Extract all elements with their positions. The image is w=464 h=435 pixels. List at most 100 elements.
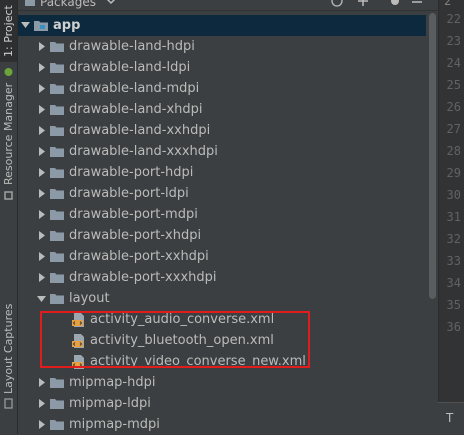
line-number: 30 xyxy=(446,188,461,202)
project-view-header: Packages xyxy=(18,0,437,11)
folder-icon xyxy=(50,210,64,220)
folder-icon xyxy=(50,84,64,94)
xml-file-icon xyxy=(72,354,84,369)
tree-row-folder[interactable]: drawable-land-xxxhdpi xyxy=(18,141,426,162)
folder-icon xyxy=(50,105,64,115)
folder-icon xyxy=(50,126,64,136)
tree-row-file[interactable]: activity_video_converse_new.xml xyxy=(18,351,426,372)
folder-icon xyxy=(50,420,64,430)
tree-row-folder[interactable]: mipmap-hdpi xyxy=(18,372,426,393)
capture-icon xyxy=(4,398,13,409)
tree-label: drawable-port-xhdpi xyxy=(69,228,202,243)
view-selector[interactable]: Packages xyxy=(40,0,96,9)
tree-row-folder[interactable]: drawable-port-xhdpi xyxy=(18,225,426,246)
tree-label: drawable-land-xxxhdpi xyxy=(69,144,218,159)
tab-layout-captures[interactable]: Layout Captures xyxy=(0,300,17,398)
chevron-down-icon[interactable] xyxy=(20,21,30,31)
tree-row-layout[interactable]: layout xyxy=(18,288,426,309)
minimize-icon[interactable] xyxy=(410,0,424,8)
line-number: 26 xyxy=(446,100,461,114)
chevron-right-icon[interactable] xyxy=(36,399,46,409)
tab-resource-manager[interactable]: Resource Manager xyxy=(0,82,17,186)
folder-icon xyxy=(50,168,64,178)
editor-gutter: 22 23 24 25 26 27 28 29 30 31 32 33 34 35 36 xyxy=(438,0,464,434)
line-number: 35 xyxy=(446,298,461,312)
packages-icon xyxy=(25,0,35,6)
line-number: 36 xyxy=(446,320,461,334)
tool-window-strip: 1: Project Resource Manager Layout Captu… xyxy=(0,0,18,434)
tree-row-folder[interactable]: drawable-port-ldpi xyxy=(18,183,426,204)
line-number: 27 xyxy=(446,122,461,136)
line-number: 32 xyxy=(446,232,461,246)
chevron-right-icon[interactable] xyxy=(36,252,46,262)
chevron-right-icon[interactable] xyxy=(36,42,46,52)
tree-row-folder[interactable]: drawable-land-hdpi xyxy=(18,36,426,57)
scrollbar-thumb[interactable] xyxy=(429,13,436,299)
tree-label: mipmap-hdpi xyxy=(69,375,156,390)
xml-file-icon xyxy=(72,333,84,348)
chevron-right-icon[interactable] xyxy=(36,105,46,115)
chevron-right-icon[interactable] xyxy=(36,210,46,220)
tree-row-folder[interactable]: mipmap-ldpi xyxy=(18,393,426,414)
line-number: 28 xyxy=(446,144,461,158)
tree-row-folder[interactable]: drawable-port-mdpi xyxy=(18,204,426,225)
tree-row-folder[interactable]: drawable-land-xhdpi xyxy=(18,99,426,120)
folder-icon xyxy=(50,189,64,199)
chevron-down-icon[interactable] xyxy=(106,0,116,8)
tree-label: drawable-land-hdpi xyxy=(69,39,195,54)
editor-bottom-tab-label: T xyxy=(446,411,454,425)
chevron-right-icon[interactable] xyxy=(36,189,46,199)
line-number: 34 xyxy=(446,276,461,290)
folder-icon xyxy=(50,147,64,157)
chevron-right-icon[interactable] xyxy=(36,168,46,178)
line-number: 25 xyxy=(446,78,461,92)
gear-icon[interactable] xyxy=(388,0,402,8)
chevron-right-icon[interactable] xyxy=(36,147,46,157)
tree-row-file[interactable]: activity_bluetooth_open.xml xyxy=(18,330,426,351)
tab-project-label: 1: Project xyxy=(2,5,15,57)
chevron-right-icon[interactable] xyxy=(36,420,46,430)
collapse-icon[interactable] xyxy=(356,0,370,8)
chevron-right-icon[interactable] xyxy=(36,84,46,94)
folder-icon xyxy=(50,252,64,262)
line-number: 31 xyxy=(446,210,461,224)
tree-label: drawable-port-hdpi xyxy=(69,165,194,180)
chevron-right-icon[interactable] xyxy=(36,378,46,388)
tree-row-folder[interactable]: mipmap-mdpi xyxy=(18,414,426,434)
tree-label: mipmap-mdpi xyxy=(69,417,160,432)
tab-project[interactable]: 1: Project xyxy=(0,0,17,62)
tab-resource-manager-label: Resource Manager xyxy=(2,82,15,186)
tree-label-file: activity_audio_converse.xml xyxy=(90,312,275,327)
chevron-down-icon[interactable] xyxy=(36,294,46,304)
module-folder-icon xyxy=(34,21,48,31)
folder-icon xyxy=(50,378,64,388)
editor-bottom-tab[interactable]: T xyxy=(438,402,464,435)
chevron-right-icon[interactable] xyxy=(36,126,46,136)
editor-tab-fragment: 2 xyxy=(444,0,452,8)
tree-scrollbar[interactable] xyxy=(428,11,437,434)
tree-row-file[interactable]: activity_audio_converse.xml xyxy=(18,309,426,330)
tree-row-folder[interactable]: drawable-land-mdpi xyxy=(18,78,426,99)
folder-icon xyxy=(50,294,64,304)
tree-label: drawable-land-xxhdpi xyxy=(69,123,211,138)
folder-icon xyxy=(50,231,64,241)
tree-row-folder[interactable]: drawable-land-xxhdpi xyxy=(18,120,426,141)
folder-icon xyxy=(50,42,64,52)
line-number: 24 xyxy=(446,56,461,70)
chevron-right-icon[interactable] xyxy=(36,63,46,73)
chevron-right-icon[interactable] xyxy=(36,273,46,283)
folder-icon xyxy=(50,399,64,409)
line-number: 23 xyxy=(446,34,461,48)
chevron-right-icon[interactable] xyxy=(36,231,46,241)
tree-row-folder[interactable]: drawable-land-ldpi xyxy=(18,57,426,78)
tree-row-folder[interactable]: drawable-port-hdpi xyxy=(18,162,426,183)
tree-label: drawable-land-ldpi xyxy=(69,60,191,75)
folder-icon xyxy=(50,63,64,73)
tree-label: drawable-port-mdpi xyxy=(69,207,198,222)
tree-row-app[interactable]: app xyxy=(18,15,426,36)
tree-label: mipmap-ldpi xyxy=(69,396,151,411)
tree-row-folder[interactable]: drawable-port-xxxhdpi xyxy=(18,267,426,288)
tree-label-file: activity_video_converse_new.xml xyxy=(90,354,306,369)
locate-icon[interactable] xyxy=(330,0,344,8)
tree-row-folder[interactable]: drawable-port-xxhdpi xyxy=(18,246,426,267)
